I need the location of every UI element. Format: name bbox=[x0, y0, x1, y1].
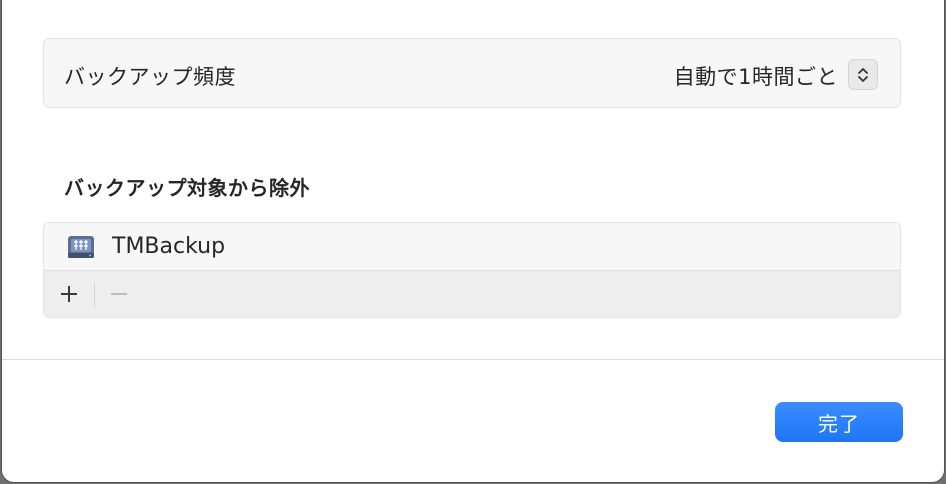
add-exclusion-button[interactable] bbox=[54, 279, 84, 309]
list-item[interactable]: TMBackup bbox=[44, 223, 900, 271]
remove-exclusion-button[interactable] bbox=[104, 279, 134, 309]
backup-frequency-value[interactable]: 自動で1時間ごと bbox=[674, 61, 838, 91]
exclusions-toolbar bbox=[44, 271, 900, 317]
network-drive-icon bbox=[68, 236, 94, 258]
options-sheet: バックアップ頻度 自動で1時間ごと バックアップ対象から除外 TMBackup bbox=[2, 0, 944, 482]
backup-frequency-popup-button[interactable] bbox=[848, 59, 878, 90]
up-down-chevron-icon bbox=[858, 67, 868, 82]
list-item-label: TMBackup bbox=[112, 234, 226, 259]
done-button[interactable]: 完了 bbox=[775, 402, 903, 442]
backup-frequency-label: バックアップ頻度 bbox=[64, 65, 236, 89]
toolbar-divider bbox=[94, 282, 95, 308]
exclusions-title: バックアップ対象から除外 bbox=[64, 176, 310, 200]
plus-icon bbox=[61, 286, 77, 302]
minus-icon bbox=[111, 293, 127, 295]
backup-frequency-row: バックアップ頻度 自動で1時間ごと bbox=[43, 38, 901, 108]
footer-divider bbox=[2, 359, 944, 360]
exclusions-list: TMBackup bbox=[43, 222, 901, 318]
